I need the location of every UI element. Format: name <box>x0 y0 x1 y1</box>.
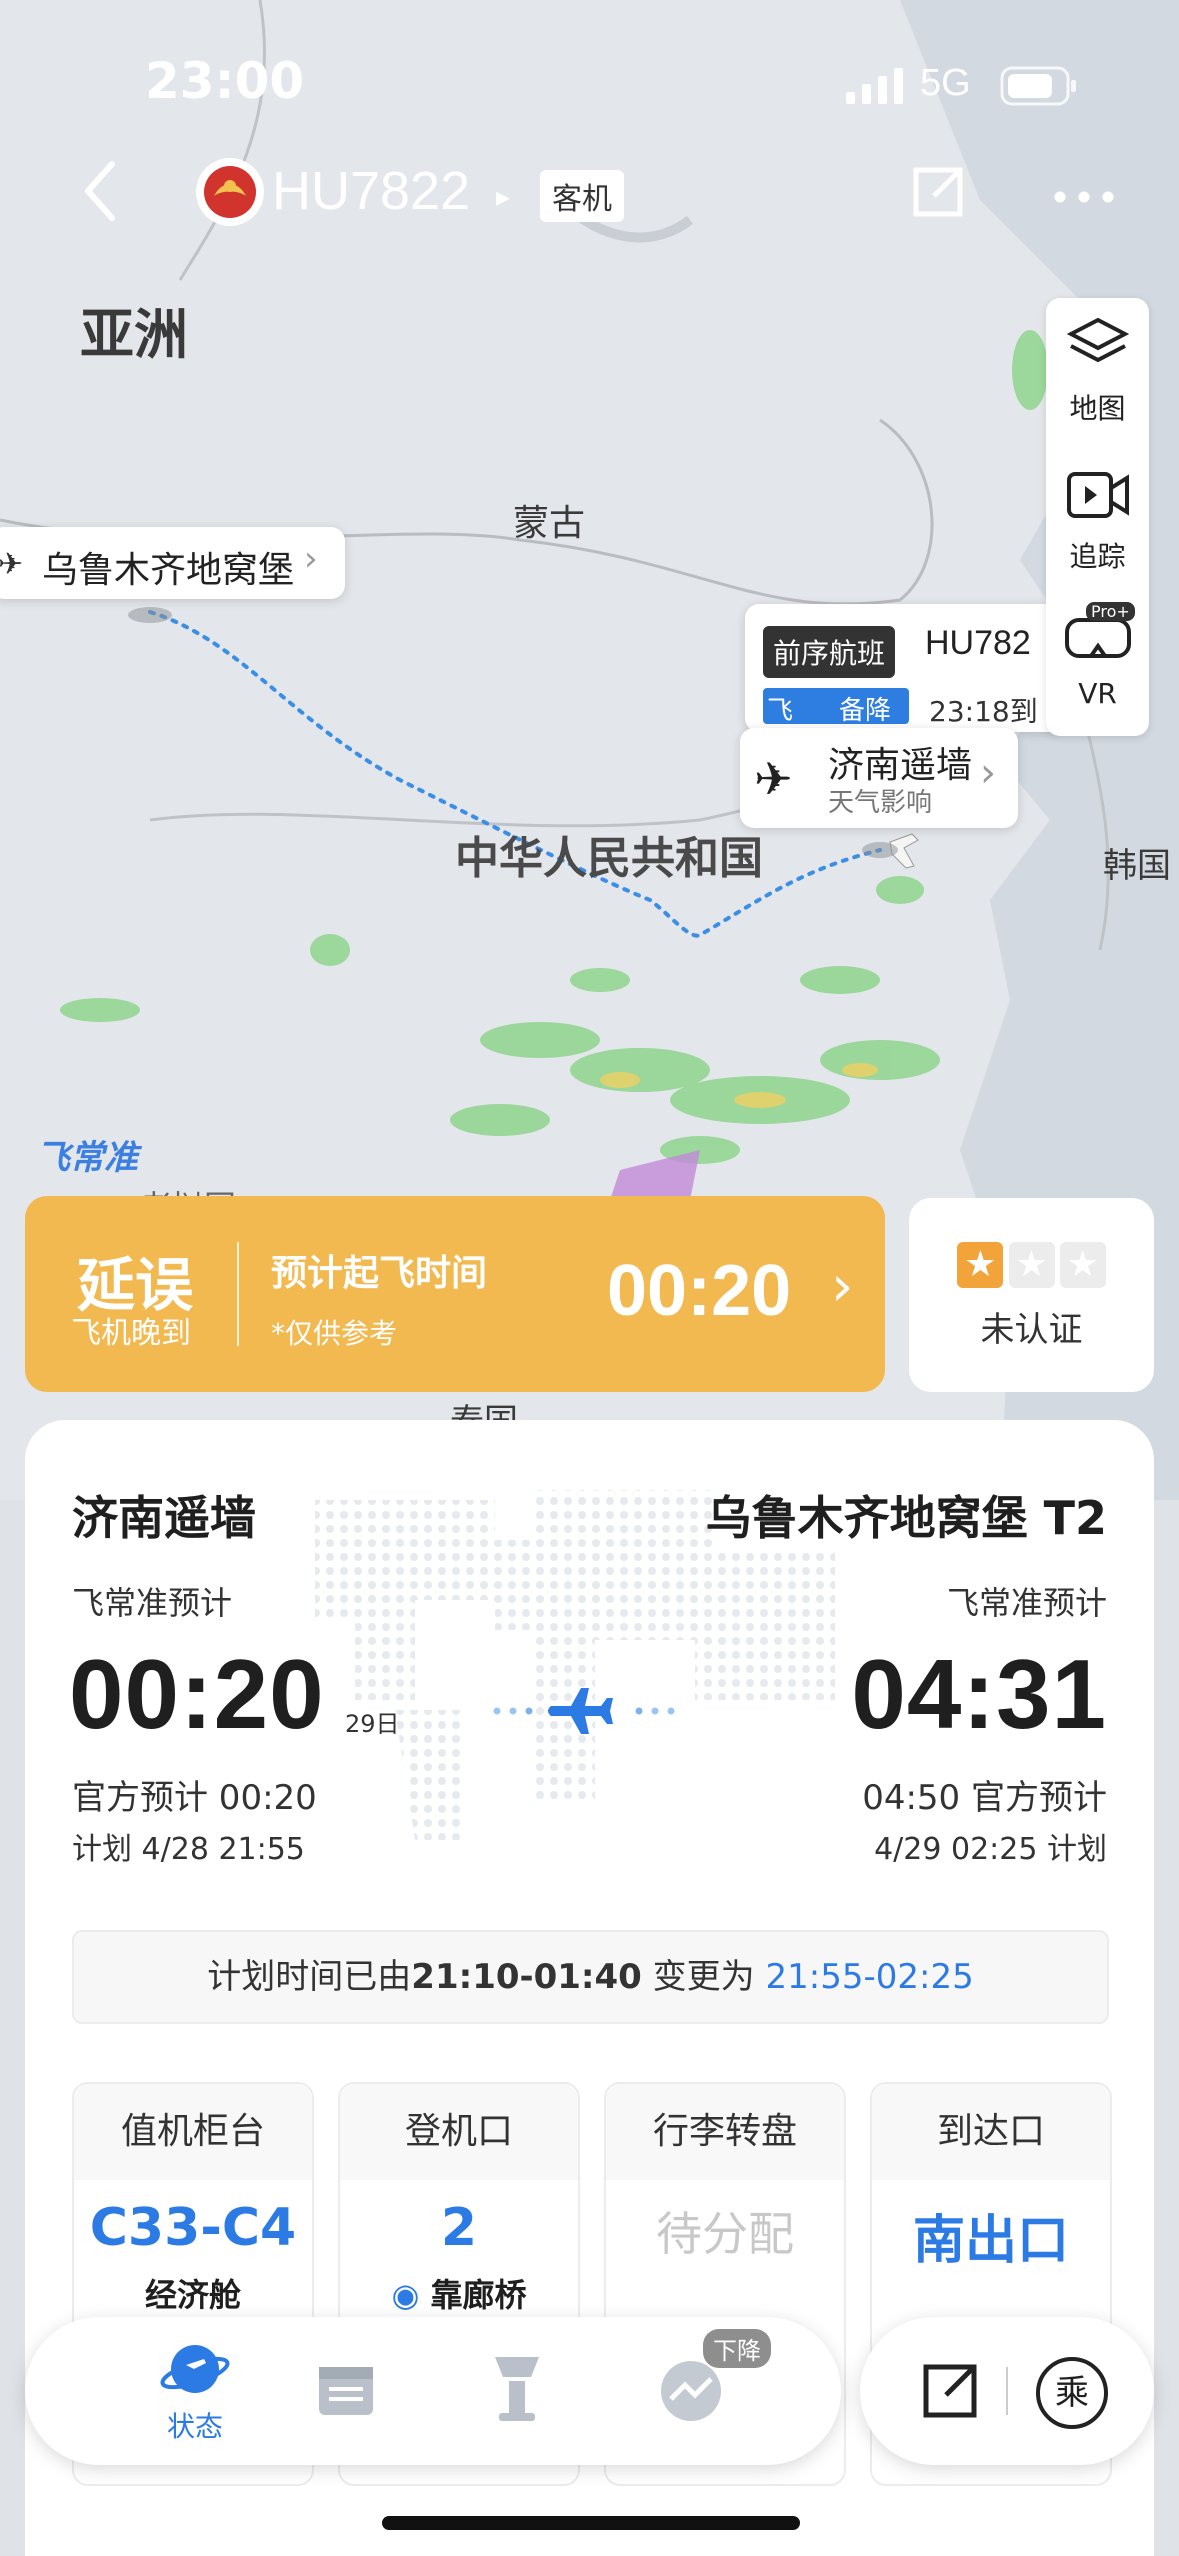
delay-reason: 飞机晚到 <box>71 1316 191 1351</box>
vr-pro-badge: Pro+ <box>1086 602 1135 621</box>
planet-plane-icon <box>160 2345 230 2405</box>
estimate-note: *仅供参考 <box>271 1317 398 1350</box>
baggage-header: 行李转盘 <box>606 2084 844 2180</box>
arrival-source: 飞常准预计 <box>946 1584 1107 1622</box>
route-plane-icon <box>491 1686 691 1740</box>
tab-status[interactable]: 状态 <box>135 2335 255 2445</box>
bottom-tab-bar: 状态 下降 <box>25 2317 841 2465</box>
map-tools-panel: 地图 追踪 Pro+ VR <box>1046 298 1149 736</box>
ride-button[interactable]: 乘 <box>1036 2357 1108 2429</box>
flight-number[interactable]: HU7822 <box>272 160 470 222</box>
arrival-official: 04:50 官方预计 <box>862 1778 1107 1818</box>
share-button[interactable] <box>920 2361 980 2425</box>
vr-button[interactable]: Pro+ VR <box>1046 602 1149 710</box>
checkin-counter-value: C33-C4 <box>89 2198 297 2258</box>
previous-flight-number: HU782 <box>925 624 1031 662</box>
map-watermark: 飞常准 <box>36 1138 138 1178</box>
map-layer-button[interactable]: 地图 <box>1046 316 1149 427</box>
checkin-counter-header: 值机柜台 <box>74 2084 312 2180</box>
arrival-airport[interactable]: 乌鲁木齐地窝堡 T2 <box>706 1482 1107 1548</box>
status-time: 23:00 <box>145 52 305 110</box>
chevron-right-icon: › <box>980 750 996 796</box>
arrival-planned: 4/29 02:25 计划 <box>874 1832 1107 1867</box>
departure-official: 官方预计 00:20 <box>72 1778 317 1818</box>
battery-icon <box>1000 66 1080 110</box>
star-icon-filled: ★ <box>957 1242 1004 1288</box>
certification-card[interactable]: ★ ★ ★ 未认证 <box>909 1198 1154 1392</box>
delay-banner[interactable]: 延误 飞机晚到 预计起飞时间 *仅供参考 00:20 › <box>25 1196 885 1392</box>
map-label-asia: 亚洲 <box>80 303 188 366</box>
map-layer-label: 地图 <box>1069 392 1126 425</box>
share-icon <box>923 2364 977 2418</box>
airline-logo-icon <box>196 158 264 226</box>
bottom-action-bar: 乘 <box>860 2317 1154 2465</box>
arrival-exit-value: 南出口 <box>912 2211 1069 2271</box>
map-label-korea: 韩国 <box>1103 846 1171 886</box>
control-tower-icon <box>487 2357 547 2427</box>
rating-stars: ★ ★ ★ <box>909 1242 1154 1288</box>
gate-header: 登机口 <box>340 2084 578 2180</box>
destination-callout-title: 济南遥墙 <box>828 745 973 786</box>
chevron-right-icon: › <box>831 1254 854 1319</box>
calendar-icon <box>315 2367 377 2423</box>
back-button[interactable] <box>80 158 120 228</box>
divider <box>237 1242 239 1346</box>
tab-tower[interactable] <box>487 2351 547 2427</box>
aircraft-type-badge: 客机 <box>540 170 624 222</box>
vr-label: VR <box>1078 677 1117 710</box>
video-camera-icon <box>1065 472 1131 529</box>
star-icon-empty: ★ <box>1008 1242 1055 1288</box>
gate-value: 2 <box>440 2198 478 2258</box>
origin-airport-callout[interactable]: ✈ 乌鲁木齐地窝堡 › <box>0 527 345 599</box>
tab-calendar[interactable] <box>315 2357 377 2423</box>
tab-status-label: 状态 <box>166 2410 223 2443</box>
departure-time: 00:20 <box>69 1639 325 1749</box>
certification-label: 未认证 <box>980 1310 1083 1350</box>
track-button[interactable]: 追踪 <box>1046 468 1149 575</box>
previous-flight-tag: 前序航班 <box>763 626 896 678</box>
plane-landing-icon: ✈ <box>754 752 793 806</box>
origin-callout-label: 乌鲁木齐地窝堡 <box>42 550 295 591</box>
departure-airport[interactable]: 济南遥墙 <box>72 1482 256 1548</box>
home-indicator <box>382 2516 800 2530</box>
map-label-mongolia: 蒙古 <box>513 503 586 544</box>
signal-icon <box>846 68 908 108</box>
previous-flight-time: 23:18到 <box>929 695 1038 728</box>
network-type: 5G <box>920 62 971 104</box>
schedule-change-notice: 计划时间已由21:10-01:40 变更为 21:55-02:25 <box>72 1930 1109 2024</box>
arrival-time: 04:31 <box>851 1639 1107 1749</box>
star-icon-empty: ★ <box>1059 1242 1106 1288</box>
departure-day: 29日 <box>345 1710 400 1738</box>
cabin-class: 经济舱 <box>144 2276 241 2314</box>
previous-flight-callout[interactable]: 前序航班 HU782 飞 备降 23:18到 <box>745 604 1065 732</box>
vr-headset-icon <box>1063 618 1133 671</box>
share-icon[interactable] <box>908 162 968 226</box>
estimated-departure-label: 预计起飞时间 <box>271 1253 488 1294</box>
trend-chart-icon <box>657 2361 727 2427</box>
layers-icon <box>1066 317 1129 381</box>
estimated-departure-time: 00:20 <box>607 1251 792 1331</box>
departure-planned: 计划 4/28 21:55 <box>72 1832 305 1867</box>
divider <box>1006 2367 1008 2415</box>
arrival-exit-header: 到达口 <box>872 2084 1110 2180</box>
more-icon[interactable] <box>1054 188 1114 207</box>
plane-takeoff-icon: ✈ <box>0 547 24 582</box>
tab-trend[interactable]: 下降 <box>657 2329 771 2427</box>
map-label-china: 中华人民共和国 <box>455 833 763 884</box>
landing-badge: 下降 <box>703 2329 771 2368</box>
caret-right-icon: ▸ <box>496 180 511 213</box>
destination-callout-subtitle: 天气影响 <box>828 788 933 818</box>
jet-bridge-icon: ◉ <box>391 2276 420 2314</box>
baggage-value: 待分配 <box>656 2207 794 2261</box>
track-label: 追踪 <box>1069 540 1126 573</box>
destination-airport-callout[interactable]: ✈ 济南遥墙 天气影响 › <box>740 728 1018 828</box>
departure-source: 飞常准预计 <box>72 1584 233 1622</box>
chevron-right-icon: › <box>304 539 318 579</box>
gate-type: ◉ 靠廊桥 <box>391 2276 527 2314</box>
previous-flight-status: 飞 备降 <box>763 688 909 724</box>
